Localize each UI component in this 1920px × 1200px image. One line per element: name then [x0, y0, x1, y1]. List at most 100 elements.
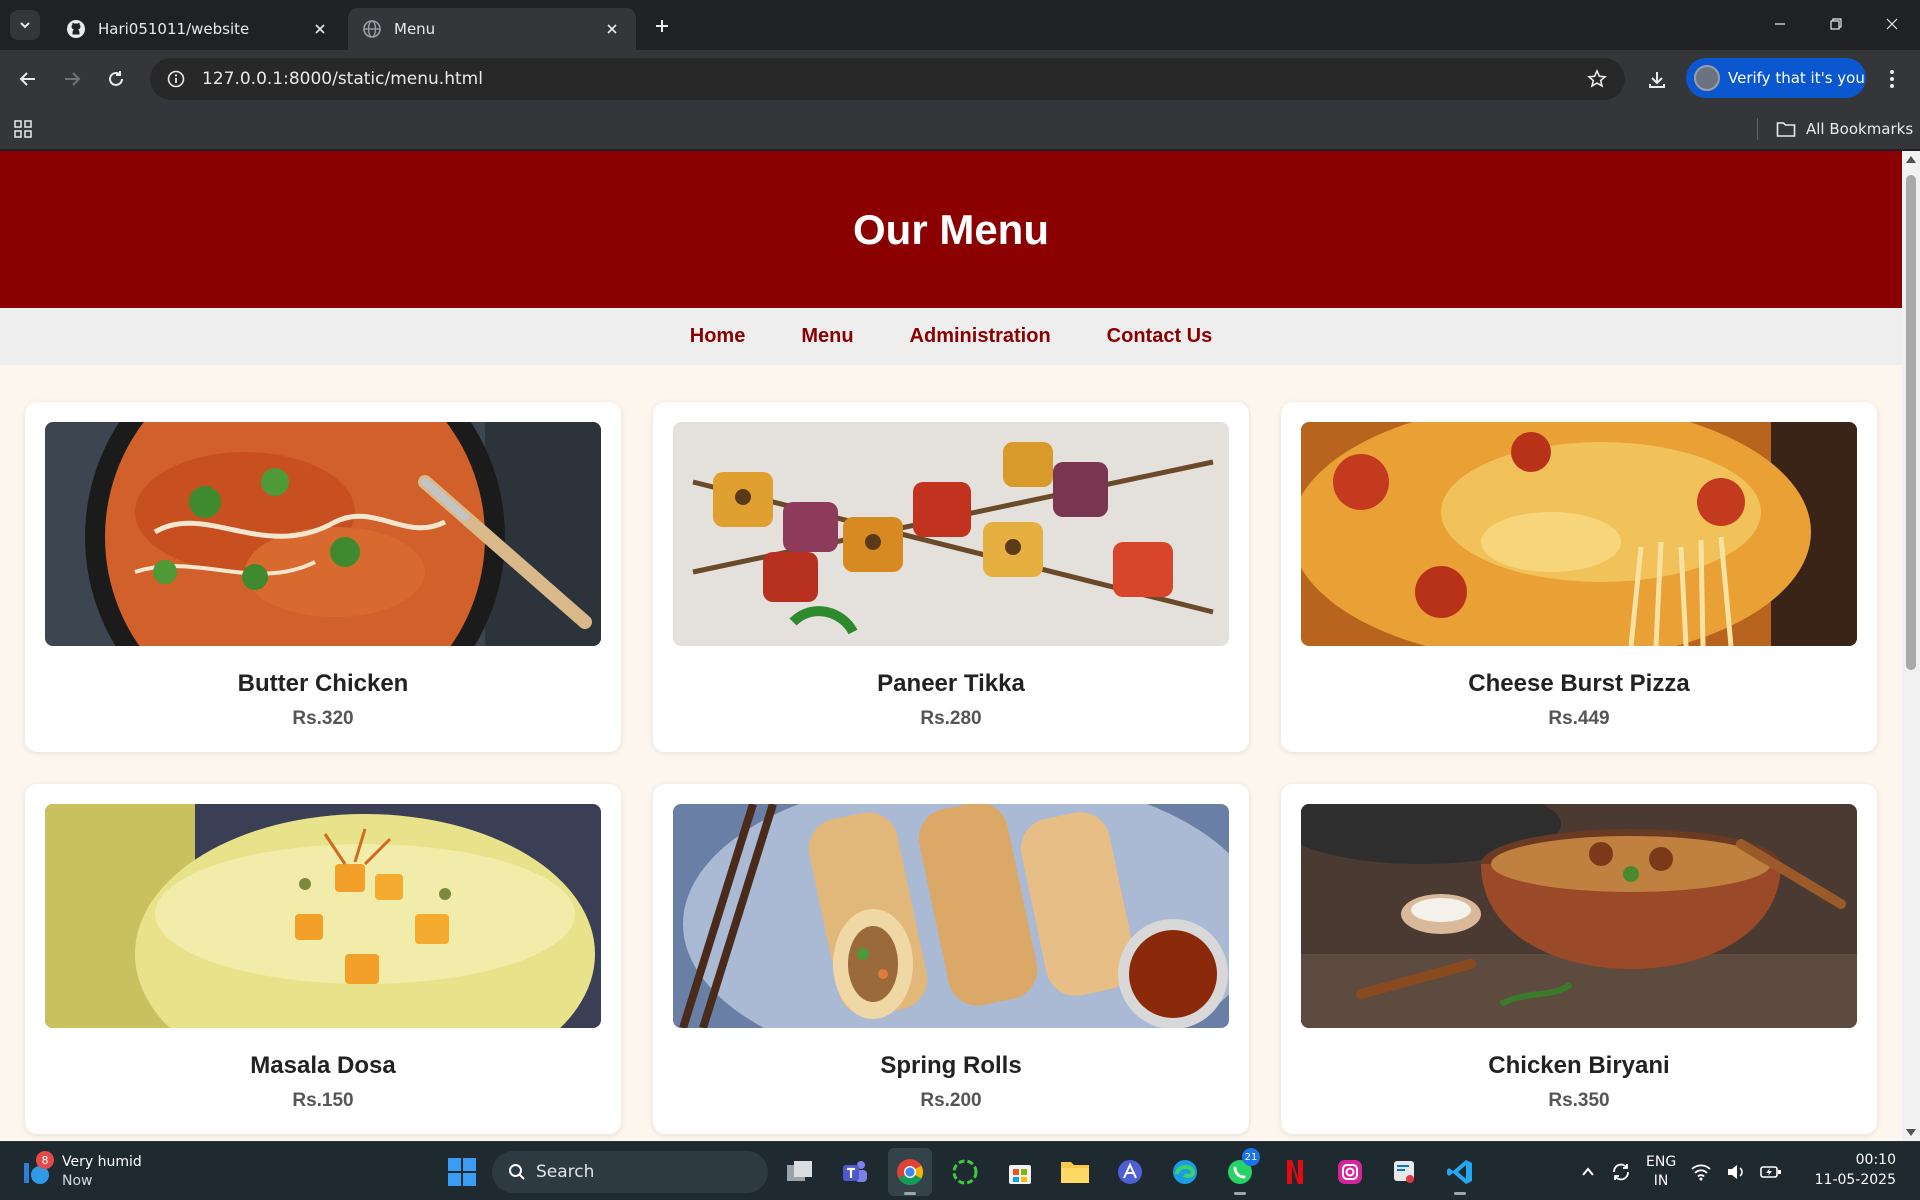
triangle-app[interactable]: [1108, 1148, 1152, 1196]
browser-menu-button[interactable]: [1876, 63, 1908, 95]
language-line1: ENG: [1646, 1154, 1677, 1170]
taskbar-apps: 21: [778, 1148, 1482, 1196]
scroll-down-arrow-icon[interactable]: [1906, 1129, 1916, 1136]
bookmark-star-icon[interactable]: [1577, 59, 1617, 99]
all-bookmarks-button[interactable]: All Bookmarks: [1776, 116, 1913, 142]
vscode-app[interactable]: [1438, 1148, 1482, 1196]
close-window-button[interactable]: [1864, 0, 1920, 48]
reload-button[interactable]: [100, 63, 132, 95]
tab-github[interactable]: Hari051011/website: [52, 8, 344, 50]
volume-icon[interactable]: [1726, 1163, 1746, 1181]
restore-icon: [1830, 18, 1842, 30]
menu-card[interactable]: Paneer Tikka Rs.280: [653, 402, 1249, 752]
menu-grid: Butter Chicken Rs.320 Paneer Tikka Rs.28…: [25, 402, 1877, 1134]
download-icon: [1649, 72, 1665, 88]
tab-strip: Hari051011/website Menu: [0, 0, 1920, 50]
verify-identity-button[interactable]: Verify that it's you: [1686, 58, 1866, 98]
github-icon: [66, 19, 86, 39]
snipping-tool-app[interactable]: [1383, 1148, 1427, 1196]
tab-search-button[interactable]: [10, 10, 40, 40]
more-vertical-icon: [1890, 70, 1894, 88]
nav-link-administration[interactable]: Administration: [910, 325, 1051, 348]
menu-card[interactable]: Chicken Biryani Rs.350: [1281, 784, 1877, 1134]
apps-grid-icon[interactable]: [12, 118, 34, 140]
site-info-icon[interactable]: [156, 59, 196, 99]
folder-icon: [1776, 120, 1796, 138]
netflix-app[interactable]: [1273, 1148, 1317, 1196]
page-title: Our Menu: [853, 205, 1049, 253]
tab-title: Menu: [394, 20, 436, 38]
snipping-icon: [1394, 1161, 1414, 1183]
back-button[interactable]: [12, 63, 44, 95]
store-app[interactable]: [998, 1148, 1042, 1196]
dish-price: Rs.449: [1548, 708, 1610, 729]
clock[interactable]: 00:10 11-05-2025: [1815, 1150, 1896, 1190]
weather-widget[interactable]: 8 Very humid Now: [22, 1150, 142, 1194]
instagram-icon: [1338, 1160, 1362, 1184]
chevron-up-icon[interactable]: [1580, 1164, 1596, 1180]
clock-time: 00:10: [1855, 1152, 1896, 1168]
scroll-up-arrow-icon[interactable]: [1906, 156, 1916, 163]
site-nav: Home Menu Administration Contact Us: [0, 308, 1902, 365]
all-bookmarks-label: All Bookmarks: [1806, 120, 1914, 138]
wifi-icon[interactable]: [1690, 1163, 1712, 1181]
chrome-app[interactable]: [888, 1148, 932, 1196]
menu-card[interactable]: Cheese Burst Pizza Rs.449: [1281, 402, 1877, 752]
dish-price: Rs.150: [292, 1090, 354, 1111]
minimize-icon: [1775, 23, 1785, 25]
close-icon[interactable]: [310, 19, 330, 39]
bookmarks-bar: All Bookmarks: [0, 108, 1920, 150]
globe-icon: [362, 19, 382, 39]
spring-rolls-image: [673, 804, 1229, 1028]
downloads-button[interactable]: [1640, 63, 1674, 97]
dish-price: Rs.350: [1548, 1090, 1610, 1111]
vscode-icon: [1447, 1160, 1472, 1184]
page-viewport: Our Menu Home Menu Administration Contac…: [0, 151, 1902, 1141]
url-text[interactable]: 127.0.0.1:8000/static/menu.html: [202, 69, 1577, 89]
weather-icon: 8: [22, 1151, 54, 1187]
chicken-biryani-image: [1301, 804, 1857, 1028]
page-scrollbar[interactable]: [1902, 151, 1920, 1141]
edge-app[interactable]: [1163, 1148, 1207, 1196]
scrollbar-thumb[interactable]: [1906, 175, 1916, 670]
nav-link-contact[interactable]: Contact Us: [1107, 325, 1213, 348]
menu-card[interactable]: Spring Rolls Rs.200: [653, 784, 1249, 1134]
start-button[interactable]: [444, 1154, 480, 1190]
menu-card[interactable]: Butter Chicken Rs.320: [25, 402, 621, 752]
folder-icon: [1061, 1162, 1089, 1183]
triangle-app-icon: [1118, 1160, 1142, 1184]
file-explorer-app[interactable]: [1053, 1148, 1097, 1196]
dish-name: Chicken Biryani: [1488, 1052, 1670, 1079]
sync-icon[interactable]: [1610, 1161, 1632, 1183]
dish-name: Butter Chicken: [237, 670, 409, 697]
avatar: [1694, 65, 1720, 91]
new-tab-button[interactable]: [648, 12, 676, 40]
arrow-right-icon: [65, 72, 81, 86]
minimize-button[interactable]: [1752, 0, 1808, 48]
dish-name: Masala Dosa: [250, 1052, 396, 1079]
ring-app-icon: [952, 1159, 978, 1185]
language-line2: IN: [1653, 1173, 1669, 1189]
task-view-icon: [787, 1161, 812, 1181]
dish-name: Paneer Tikka: [877, 670, 1025, 697]
taskbar: 8 Very humid Now Search 21 ENG IN 00:10 …: [0, 1141, 1920, 1200]
address-bar[interactable]: 127.0.0.1:8000/static/menu.html: [150, 58, 1625, 100]
tab-menu[interactable]: Menu: [348, 8, 636, 50]
menu-card[interactable]: Masala Dosa Rs.150: [25, 784, 621, 1134]
taskbar-search[interactable]: Search: [492, 1151, 768, 1193]
whatsapp-app[interactable]: 21: [1218, 1148, 1262, 1196]
paneer-tikka-image: [673, 422, 1229, 646]
nav-link-home[interactable]: Home: [690, 325, 746, 348]
forward-button[interactable]: [56, 63, 88, 95]
task-view-button[interactable]: [778, 1148, 822, 1196]
weather-subtitle: Now: [62, 1173, 93, 1189]
language-indicator[interactable]: ENG IN: [1646, 1153, 1676, 1191]
teams-app[interactable]: [833, 1148, 877, 1196]
restore-button[interactable]: [1808, 0, 1864, 48]
battery-icon[interactable]: [1760, 1164, 1782, 1180]
nav-link-menu[interactable]: Menu: [801, 325, 853, 348]
close-icon[interactable]: [602, 19, 622, 39]
green-ring-app[interactable]: [943, 1148, 987, 1196]
browser-toolbar: 127.0.0.1:8000/static/menu.html Verify t…: [0, 50, 1920, 108]
instagram-app[interactable]: [1328, 1148, 1372, 1196]
